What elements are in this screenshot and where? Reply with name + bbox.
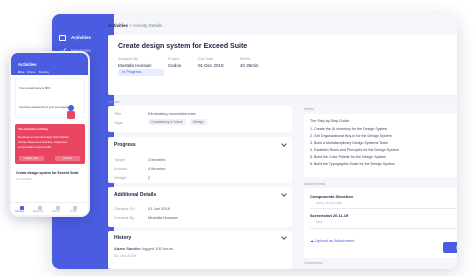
- field-value: 4h 35min: [240, 63, 259, 68]
- field-value: 01 Dec 2019: [198, 63, 224, 68]
- attachment-name[interactable]: Screenshot 20.11.19: [310, 213, 348, 218]
- note-item: 4. Establish Rules and Principles for th…: [310, 148, 399, 152]
- history-card: History Adam Sandler logged 100 hours 01…: [108, 231, 292, 269]
- screenshot-stage: Activities Measures Activities > Activit…: [0, 0, 474, 276]
- tab-others[interactable]: Others: [27, 70, 35, 74]
- measures-nav-icon[interactable]: [38, 206, 42, 210]
- upload-attachment-button[interactable]: ☁ Upload an Attachment: [310, 238, 354, 243]
- alert-heading: Two Activities in Delay: [18, 127, 48, 131]
- chevron-down-icon[interactable]: [281, 141, 287, 147]
- score-text: Your overall score is 85%: [19, 86, 51, 90]
- activities-nav-icon[interactable]: [20, 206, 24, 210]
- status-badge[interactable]: In Progress: [118, 69, 164, 76]
- note-item: 6. Build the Typographic Scale for the D…: [310, 162, 395, 166]
- progress-card: Progress Target 3 libraries Actuals 4 li…: [108, 137, 292, 183]
- target-text: You have achieved 0 of your set targets: [19, 105, 69, 109]
- delay-alert-card: Two Activities in Delay Develope an annu…: [15, 124, 85, 164]
- breadcrumb-current: Activity Details: [132, 23, 163, 28]
- notes-heading: The Step-by-Step Guide:: [310, 119, 350, 123]
- chevron-down-icon[interactable]: [281, 191, 287, 197]
- attachments-label: Attachments: [304, 182, 326, 186]
- field-label: Due Date: [198, 57, 214, 61]
- divider: [310, 208, 457, 209]
- section-title: History: [114, 235, 132, 241]
- notes-card: The Step-by-Step Guide: 1. Create the UI…: [304, 114, 457, 177]
- chevron-down-icon[interactable]: [281, 234, 287, 240]
- note-item: 2. Get Organizational Buy-In for the Des…: [310, 134, 392, 138]
- upload-icon: ☁: [310, 238, 314, 243]
- tag-chip[interactable]: Consistency in future: [148, 119, 186, 125]
- sidebar-item-label: Activities: [71, 35, 92, 40]
- divider: [310, 228, 457, 229]
- note-item: 1. Create the UI inventory for the Desig…: [310, 127, 388, 131]
- details-card: Title Eliminating inconsistencies Tags C…: [108, 106, 292, 132]
- tab-booking[interactable]: Booking: [39, 70, 49, 74]
- field-value: Mustafa Hussain: [118, 63, 152, 68]
- activities-icon: [59, 34, 66, 41]
- page-title: Create design system for Exceed Suite: [118, 43, 248, 50]
- desktop-window: Activities Measures Activities > Activit…: [52, 14, 457, 269]
- section-title: Progress: [114, 142, 136, 148]
- profile-nav-icon[interactable]: [73, 206, 77, 210]
- note-item: 5. Build the Color Palette for the Desig…: [310, 155, 387, 159]
- log-button[interactable]: Log: [443, 242, 457, 253]
- tab-mine[interactable]: Mine: [18, 70, 24, 74]
- person-illustration-icon: [67, 105, 75, 119]
- attachment-name[interactable]: Components Structure: [310, 194, 353, 199]
- note-item: 3. Build a Multidisciplinary Design Syst…: [310, 141, 389, 145]
- score-card: Your overall score is 85% You have achie…: [15, 78, 85, 119]
- breadcrumb: Activities > Activity Details: [108, 23, 163, 28]
- details-title-value: Eliminating inconsistencies: [148, 111, 196, 116]
- task-meta: 01 Jan 2019: [16, 177, 32, 181]
- remind-button[interactable]: Remind: [55, 156, 80, 161]
- history-entry: Adam Sandler logged 100 hours: [114, 246, 173, 251]
- sidebar-item-activities[interactable]: Activities: [52, 31, 114, 44]
- field-value: Cedon: [168, 63, 182, 68]
- activity-header-card: Create design system for Exceed Suite As…: [108, 35, 457, 95]
- field-label: Efforts: [240, 57, 251, 61]
- breadcrumb-root[interactable]: Activities: [108, 23, 128, 28]
- section-title: Additional Details: [114, 192, 157, 198]
- reports-nav-icon[interactable]: [56, 206, 60, 210]
- history-date: 01 Jan 2019: [114, 253, 137, 258]
- phone-header: Activities Mine Others Booking: [11, 53, 88, 75]
- attachments-card: Components Structure PPTX, 15 Oct 2019 ×…: [304, 188, 457, 258]
- additional-details-card: Additional Details Created On 01 Jan 201…: [108, 187, 292, 227]
- field-label: Project: [168, 57, 180, 61]
- task-title[interactable]: Create design system for Exceed Suite: [16, 171, 79, 175]
- phone-title: Activities: [18, 62, 37, 67]
- phone-bottom-nav: Activities Measures Reports Profile: [11, 202, 88, 215]
- field-label: Assigned By: [118, 57, 138, 61]
- comments-label: Comments: [304, 261, 323, 265]
- attachment-meta: PPTX, 15 Oct 2019: [316, 201, 342, 205]
- attachment-meta: PNG: [316, 220, 323, 224]
- update-later-button[interactable]: Update Later: [19, 156, 44, 161]
- details-label: Details: [108, 100, 120, 104]
- notes-label: Notes: [304, 107, 314, 111]
- tag-chip[interactable]: Design: [190, 119, 207, 125]
- phone-frame: Activities Mine Others Booking Your over…: [9, 51, 90, 217]
